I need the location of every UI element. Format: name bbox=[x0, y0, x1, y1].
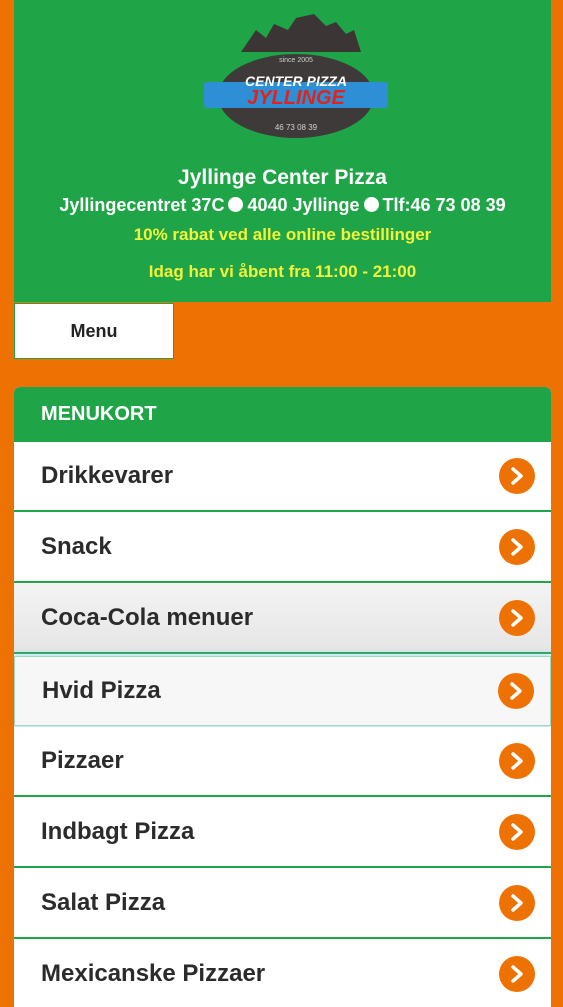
logo-phone: 46 73 08 39 bbox=[275, 123, 318, 132]
menu-item-label: Pizzaer bbox=[41, 747, 124, 774]
restaurant-address: Jyllingecentret 37C 4040 Jyllinge Tlf:46 7… bbox=[14, 195, 551, 216]
menu-item-indbagt-pizza[interactable]: Indbagt Pizza bbox=[14, 798, 551, 868]
menu-item-label: Snack bbox=[41, 533, 112, 560]
bullet-icon bbox=[363, 197, 379, 212]
menu-item-label: Coca-Cola menuer bbox=[41, 604, 254, 631]
menu-item-salat-pizza[interactable]: Salat Pizza bbox=[14, 869, 551, 939]
chevron-right-circle-icon bbox=[499, 600, 535, 636]
menu-item-mexicanske-pizzaer[interactable]: Mexicanske Pizzaer bbox=[14, 940, 551, 1007]
chevron-right-circle-icon bbox=[499, 814, 535, 850]
header: since 2005 CENTER PIZZA JYLLINGE 46 73 0… bbox=[14, 0, 551, 302]
logo-line2: JYLLINGE bbox=[247, 87, 345, 109]
menu-item-label: Hvid Pizza bbox=[42, 677, 161, 704]
promo-text: 10% rabat ved alle online bestillinger bbox=[133, 225, 432, 244]
street-address: Jyllingecentret 37C bbox=[59, 195, 225, 215]
restaurant-logo: since 2005 CENTER PIZZA JYLLINGE 46 73 0… bbox=[204, 14, 388, 138]
chevron-right-circle-icon bbox=[499, 743, 535, 779]
opening-hours: Idag har vi åbent fra 11:00 - 21:00 bbox=[148, 262, 417, 281]
menu-button[interactable]: Menu bbox=[14, 303, 174, 359]
phone-number[interactable]: Tlf:46 73 08 39 bbox=[383, 195, 506, 215]
chevron-right-circle-icon bbox=[499, 956, 535, 992]
postal-city: 4040 Jyllinge bbox=[247, 195, 360, 215]
menukort-panel: MENUKORT Drikkevarer Snack Coca-Cola men… bbox=[14, 387, 551, 1007]
menu-item-pizzaer[interactable]: Pizzaer bbox=[14, 727, 551, 797]
menu-item-drikkevarer[interactable]: Drikkevarer bbox=[14, 442, 551, 512]
menukort-heading: MENUKORT bbox=[14, 387, 551, 442]
menu-item-snack[interactable]: Snack bbox=[14, 513, 551, 583]
logo-since: since 2005 bbox=[279, 57, 313, 64]
restaurant-name: Jyllinge Center Pizza bbox=[178, 166, 387, 189]
chevron-right-circle-icon bbox=[499, 458, 535, 494]
bullet-icon bbox=[228, 197, 244, 212]
chevron-right-circle-icon bbox=[499, 529, 535, 565]
chevron-right-circle-icon bbox=[498, 673, 534, 709]
menu-item-label: Mexicanske Pizzaer bbox=[41, 960, 266, 987]
menu-item-label: Salat Pizza bbox=[41, 889, 166, 916]
menu-item-label: Drikkevarer bbox=[41, 462, 174, 489]
menu-item-hvid-pizza[interactable]: Hvid Pizza bbox=[14, 656, 551, 726]
menu-item-label: Indbagt Pizza bbox=[41, 818, 195, 845]
chevron-right-circle-icon bbox=[499, 885, 535, 921]
menu-item-coca-cola-menuer[interactable]: Coca-Cola menuer bbox=[14, 584, 551, 654]
